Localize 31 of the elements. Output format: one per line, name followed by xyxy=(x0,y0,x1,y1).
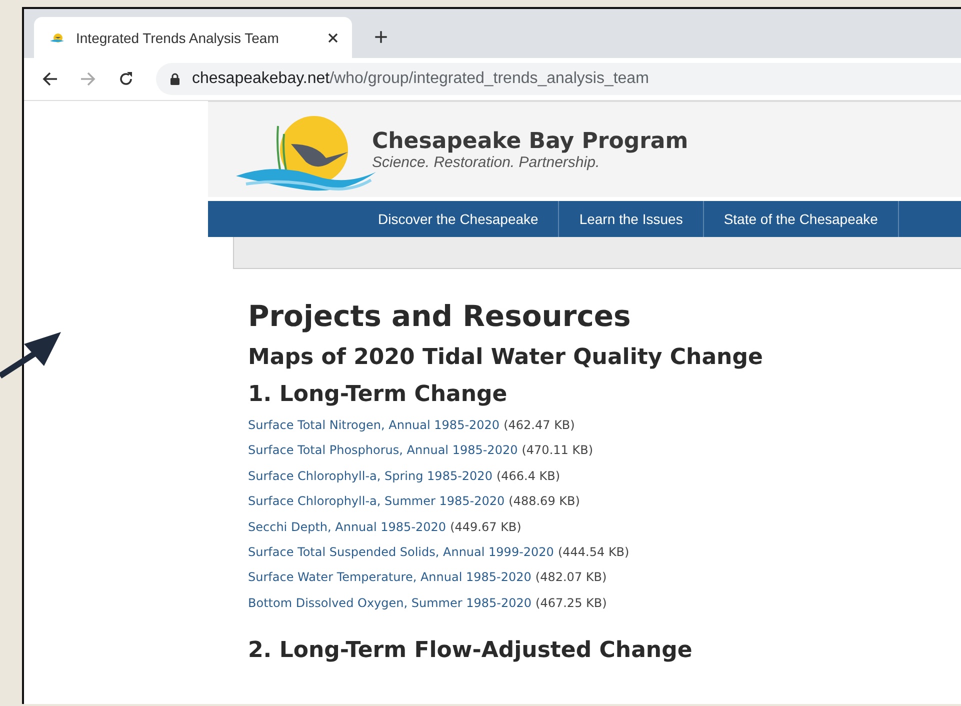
close-icon[interactable] xyxy=(328,32,338,42)
site-name[interactable]: Chesapeake Bay Program xyxy=(372,128,688,154)
file-link[interactable]: Bottom Dissolved Oxygen, Summer 1985-2020 xyxy=(248,596,532,610)
lock-icon xyxy=(170,73,180,85)
file-size: (482.07 KB) xyxy=(535,570,607,584)
new-tab-button[interactable]: + xyxy=(374,26,388,50)
url-text: chesapeakebay.net/who/group/integrated_trends_analysis_team xyxy=(192,70,649,88)
section-title: Maps of 2020 Tidal Water Quality Change xyxy=(248,345,764,370)
page-title: Projects and Resources xyxy=(248,299,632,333)
file-size: (466.4 KB) xyxy=(496,468,560,483)
file-link[interactable]: Surface Chlorophyll-a, Summer 1985-2020 xyxy=(248,494,505,508)
file-link[interactable]: Surface Chlorophyll-a, Spring 1985-2020 xyxy=(248,468,492,483)
file-size: (462.47 KB) xyxy=(504,418,575,432)
file-link[interactable]: Surface Total Nitrogen, Annual 1985-2020 xyxy=(248,418,500,432)
file-link[interactable]: Surface Water Temperature, Annual 1985-2020 xyxy=(248,570,532,584)
file-size: (470.11 KB) xyxy=(522,443,594,458)
file-size: (488.69 KB) xyxy=(508,494,580,508)
browser-tab[interactable]: Integrated Trends Analysis Team xyxy=(34,17,352,58)
section-heading: 1. Long-Term Change xyxy=(248,382,508,407)
file-size: (444.54 KB) xyxy=(558,545,630,560)
file-link[interactable]: Secchi Depth, Annual 1985-2020 xyxy=(248,520,446,534)
address-bar[interactable]: chesapeakebay.net/who/group/integrated_trends_analysis_team xyxy=(156,63,961,95)
section-heading: 2. Long-Term Flow-Adjusted Change xyxy=(248,638,694,664)
file-size: (467.25 KB) xyxy=(536,596,607,610)
tagline: Science. Restoration. Partnership. xyxy=(372,154,601,170)
file-link[interactable]: Surface Total Phosphorus, Annual 1985-2020 xyxy=(248,443,518,458)
logo-icon xyxy=(50,32,66,44)
file-size: (449.67 KB) xyxy=(450,520,522,534)
back-icon[interactable] xyxy=(42,71,58,87)
reload-icon[interactable] xyxy=(118,71,134,87)
file-link[interactable]: Surface Total Suspended Solids, Annual 1999-2020 xyxy=(248,545,554,560)
